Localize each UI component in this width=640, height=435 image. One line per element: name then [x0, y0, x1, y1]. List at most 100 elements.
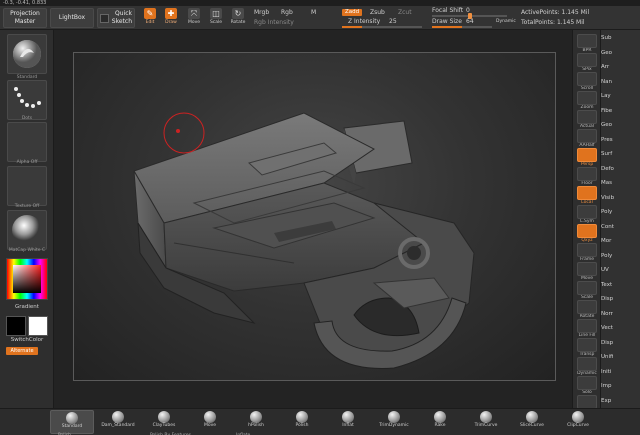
- tray-item[interactable]: Sub: [601, 32, 640, 45]
- brush-slot[interactable]: hPolish: [234, 410, 278, 434]
- brush-slot[interactable]: Polish: [280, 410, 324, 434]
- brush-slot[interactable]: SliceCurve: [510, 410, 554, 434]
- quick-sketch-button[interactable]: Quick Sketch: [97, 8, 135, 28]
- right-shelf-button-19[interactable]: [577, 395, 597, 409]
- tray-item[interactable]: Arr: [601, 61, 640, 74]
- brush-slot[interactable]: ClayTubes: [142, 410, 186, 434]
- brush-selector[interactable]: [7, 34, 47, 74]
- right-shelf-button-11[interactable]: [577, 243, 597, 257]
- right-shelf-button-13[interactable]: [577, 281, 597, 295]
- switch-color-button[interactable]: SwitchColor: [0, 337, 54, 343]
- brush-slot[interactable]: Inflat: [326, 410, 370, 434]
- left-shelf: Standard Dots Alpha Off Texture Off MatC…: [0, 30, 54, 412]
- zcut-toggle[interactable]: Zcut: [398, 9, 412, 16]
- tray-item[interactable]: Lay: [601, 90, 640, 103]
- brush-icon: [296, 411, 308, 423]
- texture-selector[interactable]: [7, 166, 47, 206]
- tray-item[interactable]: Unifi: [601, 351, 640, 364]
- zbrush-app: -0.3, -0.41, 0.833 Projection Master Lig…: [0, 0, 640, 435]
- tray-item[interactable]: Exp: [601, 395, 640, 408]
- alternate-button[interactable]: Alternate: [6, 347, 38, 355]
- material-selector[interactable]: [7, 210, 47, 250]
- tray-item[interactable]: Poly: [601, 250, 640, 263]
- tray-item[interactable]: Geo: [601, 47, 640, 60]
- right-shelf-button-3[interactable]: [577, 91, 597, 105]
- tray-item[interactable]: Imp: [601, 380, 640, 393]
- projection-master-button[interactable]: Projection Master: [3, 8, 47, 28]
- brush-slot[interactable]: Standard: [50, 410, 94, 434]
- brush-icon: [342, 411, 354, 423]
- tray-item[interactable]: Norr: [601, 308, 640, 321]
- brush-icon: [250, 411, 262, 423]
- right-shelf-button-5[interactable]: [577, 129, 597, 143]
- right-shelf-button-9[interactable]: [577, 205, 597, 219]
- right-shelf-button-1[interactable]: [577, 53, 597, 67]
- brush-slot[interactable]: Move: [188, 410, 232, 434]
- stroke-selector[interactable]: [7, 80, 47, 120]
- edit-button[interactable]: ✎ Edit: [141, 8, 159, 28]
- draw-size-slider[interactable]: Draw Size 64 Dynamic: [432, 18, 522, 28]
- tray-item[interactable]: Mas: [601, 177, 640, 190]
- brush-slot[interactable]: TrimDynamic: [372, 410, 416, 434]
- rgb-toggle[interactable]: Rgb: [281, 9, 293, 16]
- tray-item[interactable]: Geo: [601, 119, 640, 132]
- z-intensity-value: 25: [389, 18, 397, 25]
- viewport-canvas[interactable]: [73, 52, 556, 381]
- brush-slot[interactable]: Rake: [418, 410, 462, 434]
- tray-item[interactable]: Poly: [601, 206, 640, 219]
- brush-slot[interactable]: Dam_Standard: [96, 410, 140, 434]
- tray-item[interactable]: Initi: [601, 366, 640, 379]
- tray-item[interactable]: Fibe: [601, 105, 640, 118]
- right-shelf-button-10[interactable]: [577, 224, 597, 238]
- tray-item[interactable]: Cont: [601, 221, 640, 234]
- color-picker[interactable]: [6, 258, 48, 300]
- dynamic-toggle[interactable]: Dynamic: [496, 19, 516, 24]
- right-shelf-button-2[interactable]: [577, 72, 597, 86]
- primary-color-swatch[interactable]: [6, 316, 26, 336]
- right-shelf-button-16[interactable]: [577, 338, 597, 352]
- right-shelf-button-4[interactable]: [577, 110, 597, 124]
- tray-item[interactable]: Text: [601, 279, 640, 292]
- rgb-intensity-slider[interactable]: Rgb Intensity: [254, 19, 294, 26]
- focal-shift-slider[interactable]: Focal Shift 0: [432, 7, 507, 19]
- scale-button[interactable]: ◫ Scale: [207, 8, 225, 28]
- right-shelf-button-7[interactable]: [577, 167, 597, 181]
- mrgb-toggle[interactable]: Mrgb: [254, 9, 269, 16]
- dots-stroke-icon: [14, 87, 41, 108]
- alpha-selector[interactable]: [7, 122, 47, 162]
- tray-item[interactable]: Nan: [601, 76, 640, 89]
- tray-item[interactable]: Disp: [601, 293, 640, 306]
- right-shelf-button-14[interactable]: [577, 300, 597, 314]
- move-button[interactable]: ⤧ Move: [185, 8, 203, 28]
- z-intensity-slider[interactable]: Z Intensity 25: [342, 18, 422, 28]
- lightbox-button[interactable]: LightBox: [50, 8, 94, 28]
- tray-item[interactable]: Defo: [601, 163, 640, 176]
- tray-item[interactable]: Surf: [601, 148, 640, 161]
- draw-size-label: Draw Size: [432, 18, 462, 25]
- m-toggle[interactable]: M: [311, 9, 316, 16]
- gradient-toggle[interactable]: Gradient: [0, 304, 54, 310]
- right-shelf-button-15[interactable]: [577, 319, 597, 333]
- tray-item[interactable]: Mor: [601, 235, 640, 248]
- texture-off-label: Texture Off: [14, 204, 40, 209]
- right-shelf-button-6[interactable]: [577, 148, 597, 162]
- tray-item[interactable]: Vect: [601, 322, 640, 335]
- brush-slot[interactable]: TrimCurve: [464, 410, 508, 434]
- draw-button[interactable]: ✚ Draw: [162, 8, 180, 28]
- tray-item[interactable]: Pres: [601, 134, 640, 147]
- right-shelf-button-8[interactable]: [577, 186, 597, 200]
- zsub-toggle[interactable]: Zsub: [370, 9, 385, 16]
- draw-icon: ✚: [165, 8, 177, 19]
- brush-slot[interactable]: ClipCurve: [556, 410, 600, 434]
- right-shelf-button-18[interactable]: [577, 376, 597, 390]
- secondary-color-swatch[interactable]: [28, 316, 48, 336]
- right-shelf-button-17[interactable]: [577, 357, 597, 371]
- tray-item[interactable]: Disp: [601, 337, 640, 350]
- rotate-button[interactable]: ↻ Rotate: [229, 8, 247, 28]
- zadd-toggle[interactable]: Zadd: [342, 9, 362, 16]
- draw-label: Draw: [165, 20, 177, 25]
- tray-item[interactable]: UV: [601, 264, 640, 277]
- right-shelf-button-0[interactable]: [577, 34, 597, 48]
- right-shelf-button-12[interactable]: [577, 262, 597, 276]
- tray-item[interactable]: Visib: [601, 192, 640, 205]
